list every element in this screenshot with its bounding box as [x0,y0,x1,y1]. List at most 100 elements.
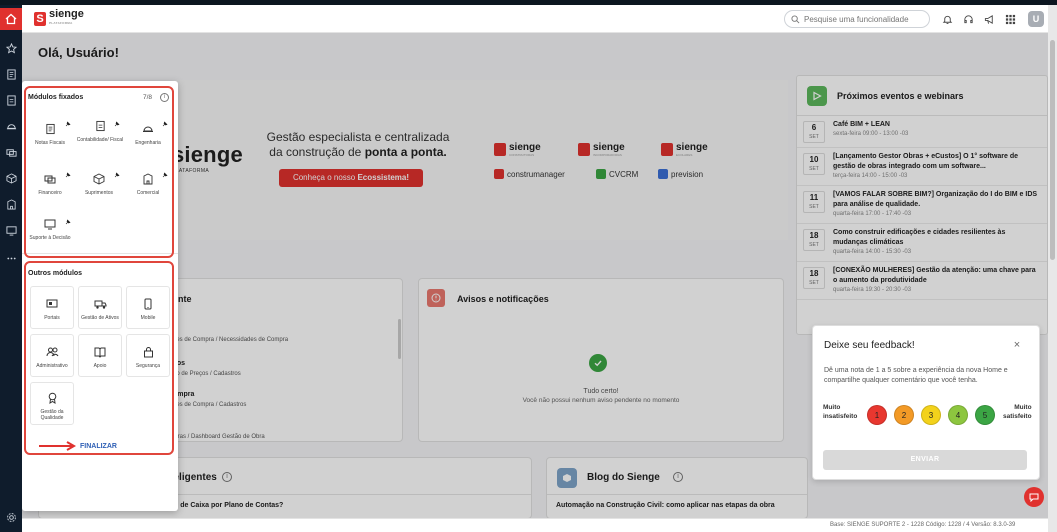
blog-item[interactable]: Automação na Construção Civil: como apli… [556,502,775,509]
event-date: 18 SET [803,267,825,289]
search-box[interactable] [784,10,930,28]
brand-mark-icon [661,143,673,156]
event-title: Café BIM + LEAN [833,121,890,128]
event-item[interactable]: 18 SET Como construir edificações e cidad… [797,224,1047,262]
event-day: 11 [809,193,819,202]
invoice-icon[interactable] [4,67,18,81]
event-month: SET [809,280,819,286]
rating-3-button[interactable]: 3 [921,405,941,425]
cta-prefix: Conheça o nosso [292,173,358,182]
cta-bold: Ecossistema! [357,173,410,182]
logo-sub: PLATAFORMA [49,21,73,25]
rating-2-button[interactable]: 2 [894,405,914,425]
event-item[interactable]: 10 SET [Lançamento Gestor Obras + eCustos… [797,148,1047,186]
building-icon[interactable] [4,197,18,211]
star-icon[interactable] [4,41,18,55]
partner-name: CVCRM [609,169,639,179]
feedback-text: Dê uma nota de 1 a 5 sobre a experiência… [824,367,1008,384]
avatar[interactable]: U [1028,11,1044,27]
low-line-1: Muito [823,404,841,411]
event-time: quarta-feira 17:00 - 17:40 -03 [833,211,912,217]
info-icon[interactable]: i [673,472,683,482]
play-icon [807,85,827,106]
brand-name: sienge [509,142,541,153]
bell-icon[interactable] [940,12,954,26]
more-icon[interactable] [4,251,18,265]
megaphone-icon[interactable] [982,12,996,26]
chat-button[interactable] [1024,487,1044,507]
fixed-modules-highlight [24,86,174,258]
brand-sub: INCORPORADORAS [593,153,622,157]
main-area: S siengePLATAFORMA U Olá, Usuário! sieng… [22,5,1048,532]
tagline-line-1: Gestão especialista e centralizada [266,130,450,144]
event-item[interactable]: 11 SET [VAMOS FALAR SOBRE BIM?] Organizaç… [797,186,1047,224]
home-icon[interactable] [0,8,22,30]
version-info: Base: SIENGE SUPORTE 2 - 1228 Código: 12… [830,522,1016,528]
box-icon[interactable] [4,171,18,185]
tagline-line-2: da construção de [269,145,365,159]
notices-title: Avisos e notificações [457,294,549,304]
info-icon[interactable]: i [222,472,232,482]
close-icon[interactable]: × [1011,339,1023,351]
recent-item-path: ão de Preços / Cadastros [173,371,241,377]
rating-4-button[interactable]: 4 [948,405,968,425]
finance-icon[interactable] [4,145,18,159]
event-item[interactable]: 6 SET Café BIM + LEAN sexta-feira 09:00 - … [797,116,1047,148]
feedback-high-label: Muito satisfeito [1003,403,1032,421]
brand-name: sienge [593,142,625,153]
accounting-icon[interactable] [4,93,18,107]
event-date: 6 SET [803,121,825,143]
event-date: 18 SET [803,229,825,251]
event-month: SET [809,166,819,172]
event-title: [Lançamento Gestor Obras + eCustos] O 1°… [833,153,1019,170]
ecosystem-cta-button[interactable]: Conheça o nosso Ecossistema! [279,169,423,187]
page-title: Olá, Usuário! [38,45,119,60]
apps-grid-icon[interactable] [1003,12,1017,26]
recent-item[interactable]: ompra ões de Compra / Cadastros [173,390,246,410]
send-button[interactable]: ENVIAR [823,450,1027,470]
blog-icon [557,468,577,488]
brand-name: sienge [676,142,708,153]
recent-item-path: ibras / Dashboard Gestão de Obra [173,434,265,440]
event-time: terça-feira 14:00 - 15:00 -03 [833,173,908,179]
check-icon [589,354,607,372]
alert-icon [427,289,445,307]
tagline-bold: ponta a ponta. [364,145,447,159]
prevision-logo-icon [658,169,668,179]
notices-empty-sub: Você não possui nenhum aviso pendente no… [522,397,680,404]
rating-1-button[interactable]: 1 [867,405,887,425]
blog-card: Blog do Sienge i Automação na Construção… [546,457,808,519]
headset-icon[interactable] [961,12,975,26]
helmet-icon[interactable] [4,119,18,133]
recent-item[interactable]: ões de Compra / Necessidades de Compra [173,337,288,343]
partner-prevision: prevision [658,169,703,179]
event-day: 18 [809,231,819,240]
cvcrm-logo-icon [596,169,606,179]
notices-empty-title: Tudo certo! [583,388,619,395]
event-item[interactable]: 18 SET [CONEXÃO MULHERES] Gestão da atenç… [797,262,1047,300]
settings-icon[interactable] [4,510,18,524]
search-input[interactable] [804,14,924,24]
partner-name: construmanager [507,169,565,179]
status-bar: Base: SIENGE SUPORTE 2 - 1228 Código: 12… [22,518,1048,532]
event-month: SET [809,204,819,210]
high-line-1: Muito [1014,404,1032,411]
sienge-logo[interactable]: S sienge PLATAFORMA [34,9,84,28]
partner-construmanager: construmanager [494,169,565,179]
ecosystem-banner[interactable]: sienge PLATAFORMA Gestão especialista e … [172,80,788,240]
banner-logo: sienge [172,142,243,167]
partner-name: prevision [671,169,704,179]
page-scrollbar-thumb[interactable] [1050,40,1055,260]
brand-sienge-incorporadoras: sienge INCORPORADORAS [578,142,625,157]
brand-mark-icon [494,143,506,156]
event-title: Como construir edificações e cidades res… [833,229,1006,246]
event-time: quarta-feira 14:00 - 15:30 -03 [833,249,912,255]
monitor-icon[interactable] [4,223,18,237]
rating-5-button[interactable]: 5 [975,405,995,425]
high-line-2: satisfeito [1003,413,1032,420]
event-date: 11 SET [803,191,825,213]
recent-item[interactable]: ços ão de Preços / Cadastros [173,359,241,379]
recent-scrollbar[interactable] [398,319,401,359]
brand-sienge-escolares: sienge ECOLARES [661,142,708,157]
recent-item[interactable]: ibras / Dashboard Gestão de Obra [173,434,265,440]
